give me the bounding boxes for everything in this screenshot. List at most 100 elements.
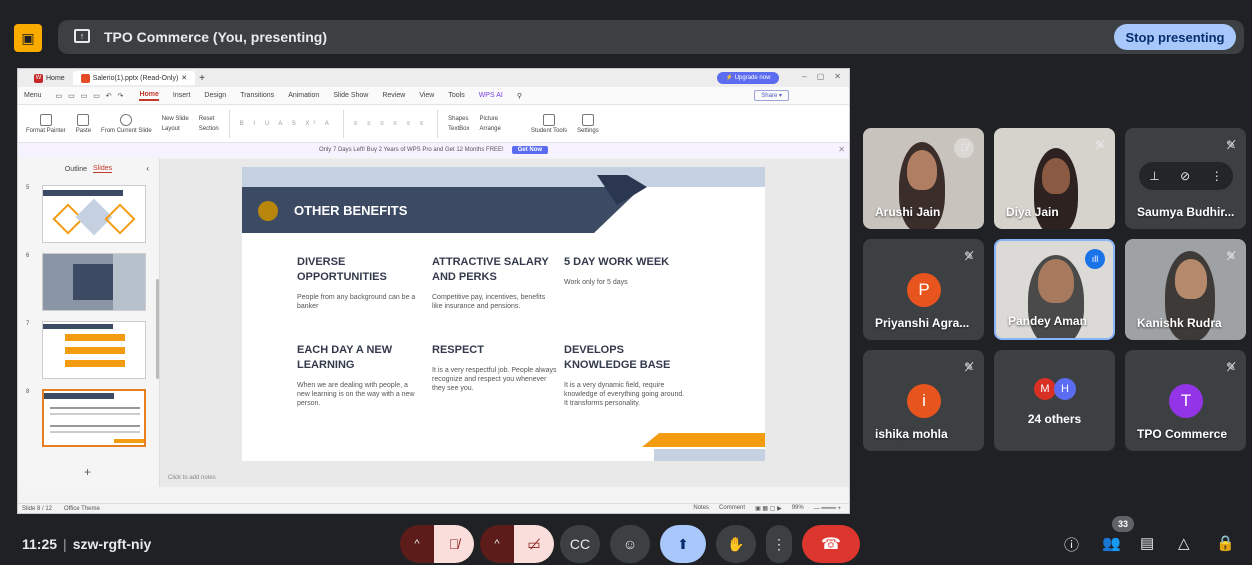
shapes-button[interactable]: Shapes xyxy=(448,116,469,122)
add-slide-icon[interactable]: + xyxy=(84,465,91,479)
wps-statusbar: Slide 8 / 12 Office Theme Notes Comment … xyxy=(18,503,849,513)
menu-item-review[interactable]: Review xyxy=(382,92,405,99)
participant-tile[interactable]: ✎̸ i ishika mohla xyxy=(863,350,984,451)
notes-toggle[interactable]: Notes xyxy=(693,505,709,512)
new-tab-icon[interactable]: + xyxy=(199,73,205,84)
font-formatting-group[interactable]: B I U A S X² A xyxy=(240,121,333,127)
menu-item-view[interactable]: View xyxy=(419,92,434,99)
chat-icon[interactable]: ▤ xyxy=(1140,534,1154,552)
benefit-heading: DEVELOPS KNOWLEDGE BASE xyxy=(564,344,671,371)
participant-tile[interactable]: ✎̸ Kanishk Rudra xyxy=(1125,239,1246,340)
menu-item-slide-show[interactable]: Slide Show xyxy=(333,92,368,99)
meeting-details-icon[interactable]: ⓘ xyxy=(1064,534,1079,555)
activities-icon[interactable]: △ xyxy=(1178,534,1190,552)
reactions-button[interactable]: ☺ xyxy=(610,525,650,563)
benefit-body: When we are dealing with people, a new l… xyxy=(297,382,415,407)
slide-thumb-8[interactable]: 8 xyxy=(26,389,146,447)
menu-item-tools[interactable]: Tools xyxy=(448,92,464,99)
new-slide-button[interactable]: New Slide xyxy=(162,116,189,122)
minimize-icon[interactable]: – xyxy=(802,72,806,81)
zoom-slider[interactable]: — ━━━━ + xyxy=(814,505,841,512)
participant-tile[interactable]: ✎̸ ⊥ ⊘ ⋮ Saumya Budhir... xyxy=(1125,128,1246,229)
slide-8[interactable]: OTHER BENEFITS DIVERSE OPPORTUNITIES Peo… xyxy=(242,167,765,461)
promo-close-icon[interactable]: ✕ xyxy=(838,145,845,154)
panel-scrollbar[interactable] xyxy=(156,279,159,379)
menu-item-home[interactable]: Home xyxy=(139,91,159,101)
audio-options-chevron[interactable]: ^ xyxy=(400,525,434,563)
quick-access-toolbar[interactable]: ▭ ▭ ▭ ▭ ↶ ↷ xyxy=(56,92,126,100)
panel-tabs: Outline Slides xyxy=(18,159,159,179)
notes-placeholder[interactable]: Click to add notes xyxy=(168,475,216,481)
people-icon[interactable]: 👥 xyxy=(1102,534,1121,552)
benefit-body: It is a very respectful job. People alwa… xyxy=(432,367,557,392)
upgrade-button[interactable]: ⚡ Upgrade now xyxy=(717,72,779,84)
emoji-icon: ☺ xyxy=(622,536,638,552)
theme-name[interactable]: Office Theme xyxy=(64,506,100,512)
reset-button[interactable]: Reset xyxy=(199,116,219,122)
slide-thumb-6[interactable]: 6 xyxy=(26,253,146,311)
get-now-button[interactable]: Get Now xyxy=(511,146,549,154)
share-button[interactable]: Share ▾ xyxy=(754,90,789,101)
picture-button[interactable]: Picture xyxy=(479,116,500,122)
paste-button[interactable]: Paste xyxy=(76,113,91,134)
participant-tile-active[interactable]: ıll Pandey Aman xyxy=(994,239,1115,340)
restore-icon[interactable]: ▢ xyxy=(817,72,825,81)
from-current-slide-button[interactable]: From Current Slide xyxy=(101,113,152,134)
menu-item-transitions[interactable]: Transitions xyxy=(240,92,274,99)
microphone-toggle[interactable]: 🎙̸ xyxy=(434,525,474,563)
tab-close-icon[interactable]: ✕ xyxy=(181,74,187,82)
tab-outline[interactable]: Outline xyxy=(65,166,87,173)
layout-button[interactable]: Layout xyxy=(162,126,189,132)
menu-item-animation[interactable]: Animation xyxy=(288,92,319,99)
slide-thumb-5[interactable]: 5 xyxy=(26,185,146,243)
collapse-panel-icon[interactable]: ‹ xyxy=(146,164,149,173)
comment-toggle[interactable]: Comment xyxy=(719,505,745,512)
paste-icon xyxy=(77,113,90,126)
reset-group: Reset Section xyxy=(199,116,219,132)
tab-home[interactable]: W Home xyxy=(26,71,73,85)
textbox-button[interactable]: TextBox xyxy=(448,126,469,132)
participant-tile[interactable]: 🎙̸ Arushi Jain xyxy=(863,128,984,229)
menu-item-menu[interactable]: Menu xyxy=(24,92,42,99)
graduation-cap-icon xyxy=(542,113,555,126)
zoom-level[interactable]: 99% xyxy=(792,505,804,512)
stop-presenting-button[interactable]: Stop presenting xyxy=(1114,24,1236,50)
settings-button[interactable]: Settings xyxy=(577,113,599,134)
view-mode-icons[interactable]: ▣ ▦ ▢ ▶ xyxy=(755,505,782,512)
tab-slides[interactable]: Slides xyxy=(93,165,113,173)
menu-item-wps-ai[interactable]: WPS AI xyxy=(479,92,503,99)
mute-participant-icon[interactable]: ⊘ xyxy=(1180,169,1190,183)
participant-name: Arushi Jain xyxy=(875,205,941,219)
close-icon[interactable]: ✕ xyxy=(834,72,841,81)
present-now-button[interactable]: ⬆ xyxy=(660,525,706,563)
benefit-card: DEVELOPS KNOWLEDGE BASE It is a very dyn… xyxy=(564,343,689,408)
presentation-file-icon xyxy=(80,73,90,83)
arrange-button[interactable]: Arrange xyxy=(479,126,500,132)
slides-panel: Outline Slides ‹ 5 6 7 8 + xyxy=(18,159,160,487)
participant-tile[interactable]: ✎̸ P Priyanshi Agra... xyxy=(863,239,984,340)
raise-hand-button[interactable]: ✋ xyxy=(716,525,756,563)
camera-toggle[interactable]: ▭̸ xyxy=(514,525,554,563)
participant-tile[interactable]: ✎̸ Diya Jain xyxy=(994,128,1115,229)
slide-thumb-7[interactable]: 7 xyxy=(26,321,146,379)
more-options-icon[interactable]: ⋮ xyxy=(1211,169,1223,183)
host-controls-icon[interactable]: 🔒 xyxy=(1216,534,1235,552)
wps-menubar: Menu ▭ ▭ ▭ ▭ ↶ ↷ Home Insert Design Tran… xyxy=(18,87,849,105)
more-options-button[interactable]: ⋮ xyxy=(766,525,792,563)
participant-tile-self[interactable]: ✎̸ T TPO Commerce xyxy=(1125,350,1246,451)
video-options-chevron[interactable]: ^ xyxy=(480,525,514,563)
promo-text: Only 7 Days Left! Buy 2 Years of WPS Pro… xyxy=(318,147,504,153)
menu-item-insert[interactable]: Insert xyxy=(173,92,191,99)
captions-button[interactable]: CC xyxy=(560,525,600,563)
menu-item-design[interactable]: Design xyxy=(204,92,226,99)
paragraph-group[interactable]: ≡ ≡ ≡ ≡ ≡ ≡ xyxy=(354,121,427,127)
section-button[interactable]: Section xyxy=(199,126,219,132)
student-tools-button[interactable]: Student Tools xyxy=(531,113,567,134)
present-screen-icon: ⬆ xyxy=(677,535,689,552)
format-painter-button[interactable]: Format Painter xyxy=(26,113,66,134)
search-icon[interactable]: ⚲ xyxy=(517,92,522,100)
leave-call-button[interactable]: ☎ xyxy=(802,525,860,563)
tab-presentation[interactable]: Salerio(1).pptx (Read-Only) ✕ xyxy=(72,71,196,85)
pin-icon[interactable]: ⊥ xyxy=(1149,169,1159,183)
others-tile[interactable]: M H 24 others xyxy=(994,350,1115,451)
